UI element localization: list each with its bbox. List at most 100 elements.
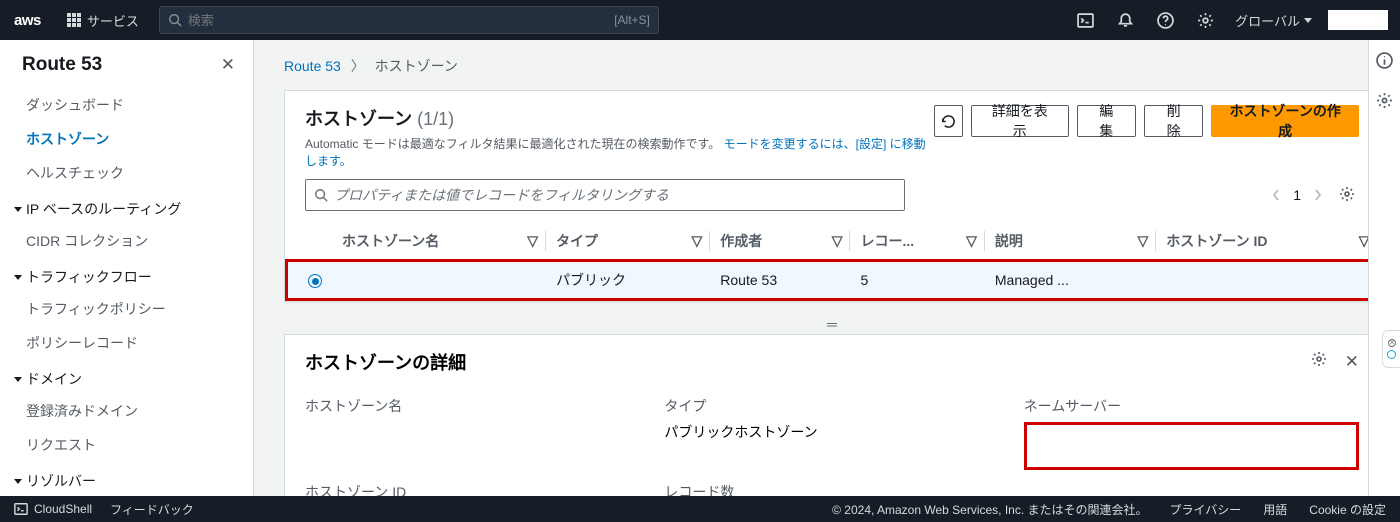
sidebar-item-hosted-zones[interactable]: ホストゾーン [0,122,253,156]
cookies-link[interactable]: Cookie の設定 [1309,501,1386,518]
search-icon [314,188,328,202]
chevron-down-icon [14,479,22,484]
sidebar-title: Route 53 [22,54,102,76]
panel-subtitle: Automatic モードは最適なフィルタ結果に最適化された現在の検索動作です。… [305,135,934,169]
cell-records: 5 [850,261,984,300]
feedback-link[interactable]: フィードバック [110,501,194,518]
region-label: グローバル [1235,11,1300,30]
right-dock [1368,40,1400,496]
panel-resize-handle[interactable]: ═ [284,314,1380,334]
col-type[interactable]: タイプ▽ [546,223,710,261]
view-button[interactable]: 詳細を表示 [971,105,1069,137]
label-id: ホストゾーン ID [305,476,640,496]
top-nav: aws サービス [Alt+S] グローバル [0,0,1400,40]
grid-icon [67,13,81,27]
chevron-down-icon [14,377,22,382]
search-icon [168,13,182,27]
notifications-icon[interactable] [1105,0,1145,40]
sort-icon: ▽ [692,233,703,250]
sort-icon: ▽ [832,233,843,250]
chevron-down-icon [14,207,22,212]
services-menu[interactable]: サービス [55,0,151,40]
side-widget[interactable] [1382,330,1400,368]
table-row[interactable]: パブリック Route 53 5 Managed ... [287,261,1378,300]
col-desc[interactable]: 説明▽ [985,223,1156,261]
col-records[interactable]: レコー...▽ [850,223,984,261]
delete-button[interactable]: 削除 [1144,105,1203,137]
col-name[interactable]: ホストゾーン名▽ [332,223,546,261]
footer: CloudShell フィードバック © 2024, Amazon Web Se… [0,496,1400,522]
cell-creator: Route 53 [710,261,850,300]
privacy-link[interactable]: プライバシー [1170,501,1242,518]
dock-settings-icon[interactable] [1376,92,1393,114]
search-shortcut: [Alt+S] [614,13,650,27]
copyright: © 2024, Amazon Web Services, Inc. またはその関… [832,501,1147,518]
region-select[interactable]: グローバル [1225,11,1322,30]
aws-logo[interactable]: aws [0,12,55,29]
cloudshell-icon[interactable] [1065,0,1105,40]
sidebar-item-cidr[interactable]: CIDR コレクション [0,224,253,258]
sidebar-group-resolver[interactable]: リゾルバー [0,462,253,496]
sidebar-item-requests[interactable]: リクエスト [0,428,253,462]
chevron-down-icon [14,275,22,280]
content: Route 53 〉 ホストゾーン ホストゾーン (1/1) Automatic… [254,40,1400,496]
cell-type: パブリック [546,261,710,300]
label-name: ホストゾーン名 [305,390,640,470]
cloudshell-icon [14,502,28,516]
hosted-zones-table: ホストゾーン名▽ タイプ▽ 作成者▽ レコー...▽ 説明▽ ホストゾーン ID… [285,223,1379,301]
details-settings-icon[interactable] [1307,347,1331,376]
label-type: タイプ [664,390,999,422]
sidebar: Route 53 ✕ ダッシュボード ホストゾーン ヘルスチェック IP ベース… [0,40,254,496]
close-details-icon[interactable]: ✕ [1345,352,1359,372]
sidebar-item-dashboard[interactable]: ダッシュボード [0,88,253,122]
sidebar-item-traffic-policy[interactable]: トラフィックポリシー [0,292,253,326]
settings-icon[interactable] [1185,0,1225,40]
cloudshell-button[interactable]: CloudShell [14,502,92,516]
hosted-zones-panel: ホストゾーン (1/1) Automatic モードは最適なフィルタ結果に最適化… [284,90,1380,302]
services-label: サービス [87,11,139,30]
cell-name [332,261,546,300]
sidebar-group-traffic-flow[interactable]: トラフィックフロー [0,258,253,292]
details-panel: ホストゾーンの詳細 ✕ ホストゾーン名 タイプ パブリックホストゾーン ネームサ… [284,334,1380,496]
sidebar-group-domains[interactable]: ドメイン [0,360,253,394]
sidebar-item-health-checks[interactable]: ヘルスチェック [0,156,253,190]
label-records: レコード数 [664,476,999,496]
breadcrumb-root[interactable]: Route 53 [284,58,341,74]
prev-page-icon[interactable] [1271,188,1281,202]
filter-input[interactable] [334,187,896,203]
filter-input-wrapper[interactable] [305,179,905,211]
search-input[interactable] [188,13,614,28]
create-hosted-zone-button[interactable]: ホストゾーンの作成 [1211,105,1359,137]
close-sidebar-icon[interactable]: ✕ [221,55,235,75]
sort-icon: ▽ [1138,233,1149,250]
table-settings-icon[interactable] [1335,182,1359,209]
terms-link[interactable]: 用語 [1263,501,1287,518]
sort-icon: ▽ [966,233,977,250]
page-number: 1 [1293,187,1301,203]
refresh-button[interactable] [934,105,963,137]
sort-icon: ▽ [527,233,538,250]
global-search[interactable]: [Alt+S] [159,6,659,34]
label-ns: ネームサーバー [1024,390,1359,422]
col-creator[interactable]: 作成者▽ [710,223,850,261]
details-title: ホストゾーンの詳細 [305,349,466,375]
col-id[interactable]: ホストゾーン ID▽ [1156,223,1377,261]
account-menu[interactable] [1328,10,1388,30]
breadcrumb-current: ホストゾーン [375,58,458,74]
help-icon[interactable] [1145,0,1185,40]
dock-info-icon[interactable] [1376,52,1393,74]
table-header-row: ホストゾーン名▽ タイプ▽ 作成者▽ レコー...▽ 説明▽ ホストゾーン ID… [287,223,1378,261]
chevron-down-icon [1304,18,1312,23]
breadcrumb-sep: 〉 [345,58,371,74]
edit-button[interactable]: 編集 [1077,105,1136,137]
pager: 1 [1271,182,1359,209]
cell-desc: Managed ... [985,261,1156,300]
sidebar-item-registered-domains[interactable]: 登録済みドメイン [0,394,253,428]
panel-title: ホストゾーン (1/1) [305,105,934,131]
next-page-icon[interactable] [1313,188,1323,202]
cell-id [1156,261,1377,300]
row-select-radio[interactable] [308,274,322,288]
sidebar-group-ip-routing[interactable]: IP ベースのルーティング [0,190,253,224]
sidebar-item-policy-record[interactable]: ポリシーレコード [0,326,253,360]
value-type: パブリックホストゾーン [664,422,999,442]
